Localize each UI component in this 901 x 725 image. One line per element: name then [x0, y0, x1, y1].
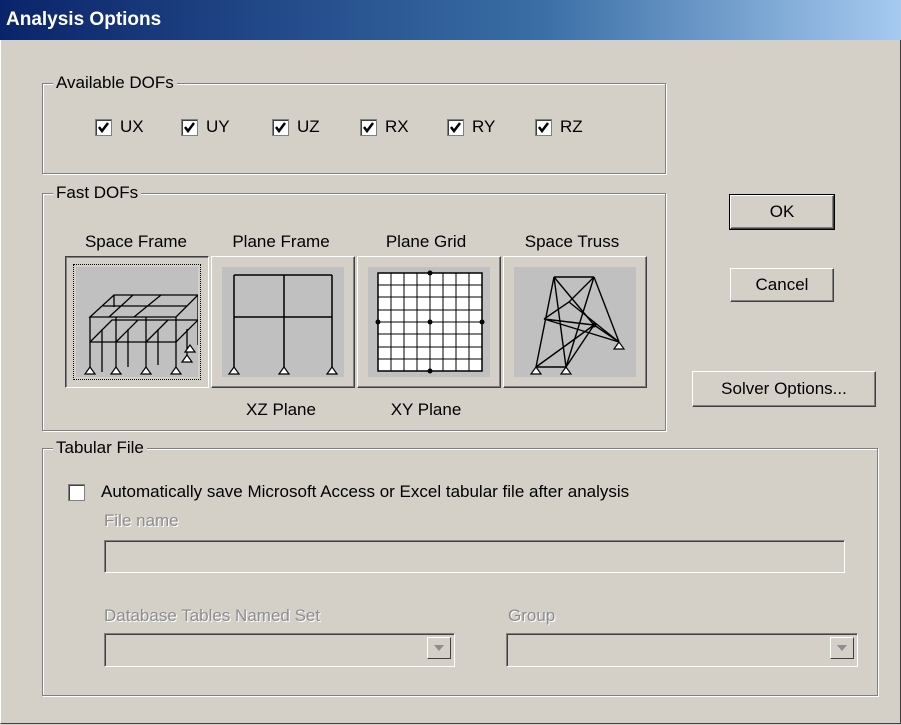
plane-grid-sublabel: XY Plane: [390, 400, 462, 419]
dof-checkbox-ux[interactable]: UX: [95, 117, 144, 137]
window-title: Analysis Options: [6, 9, 162, 30]
check-icon: [95, 118, 112, 136]
solver-options-button[interactable]: Solver Options...: [692, 371, 876, 407]
check-icon: [360, 118, 377, 136]
fast-dofs-title: Fast DOFs: [53, 183, 142, 203]
file-name-label: File name: [104, 511, 179, 530]
db-tables-dropdown[interactable]: [104, 633, 455, 667]
dof-checkbox-ry[interactable]: RY: [447, 117, 495, 137]
group-dropdown[interactable]: [506, 633, 858, 667]
cancel-button[interactable]: Cancel: [730, 268, 834, 302]
dof-checkbox-uz[interactable]: UZ: [272, 117, 320, 137]
dof-label-ry: RY: [472, 117, 496, 136]
space-frame-icon: [73, 264, 201, 380]
checkbox-box: [68, 483, 85, 501]
check-icon: [447, 118, 464, 136]
file-name-input[interactable]: [104, 540, 845, 573]
check-icon: [181, 118, 198, 136]
ok-button[interactable]: OK: [729, 194, 835, 230]
plane-frame-button[interactable]: [211, 256, 355, 388]
space-frame-label: Space Frame: [84, 232, 188, 251]
available-dofs-title: Available DOFs: [53, 73, 177, 93]
space-truss-label: Space Truss: [524, 232, 620, 251]
auto-save-label: Automatically save Microsoft Access or E…: [101, 482, 630, 501]
title-bar: Analysis Options: [0, 0, 901, 40]
dof-label-rz: RZ: [560, 117, 583, 136]
plane-grid-button[interactable]: [357, 256, 501, 388]
chevron-down-icon[interactable]: [830, 637, 854, 659]
space-truss-button[interactable]: [503, 256, 647, 388]
check-icon: [535, 118, 552, 136]
dof-label-uz: UZ: [297, 117, 320, 136]
chevron-down-icon[interactable]: [427, 637, 451, 659]
plane-grid-label: Plane Grid: [385, 232, 467, 251]
tabular-file-title: Tabular File: [53, 438, 147, 458]
plane-grid-icon: [368, 267, 490, 377]
dof-checkbox-uy[interactable]: UY: [181, 117, 230, 137]
plane-frame-label: Plane Frame: [232, 232, 330, 251]
group-label: Group: [508, 606, 556, 625]
check-icon: [272, 118, 289, 136]
dof-checkbox-rz[interactable]: RZ: [535, 117, 583, 137]
auto-save-checkbox[interactable]: Automatically save Microsoft Access or E…: [68, 482, 629, 502]
dof-checkbox-rx[interactable]: RX: [360, 117, 409, 137]
space-truss-icon: [514, 267, 636, 377]
space-frame-button[interactable]: [65, 256, 209, 388]
plane-frame-icon: [222, 267, 344, 377]
dof-label-rx: RX: [385, 117, 409, 136]
dof-label-uy: UY: [206, 117, 230, 136]
dof-label-ux: UX: [120, 117, 144, 136]
plane-frame-sublabel: XZ Plane: [246, 400, 316, 419]
db-tables-label: Database Tables Named Set: [104, 606, 321, 625]
